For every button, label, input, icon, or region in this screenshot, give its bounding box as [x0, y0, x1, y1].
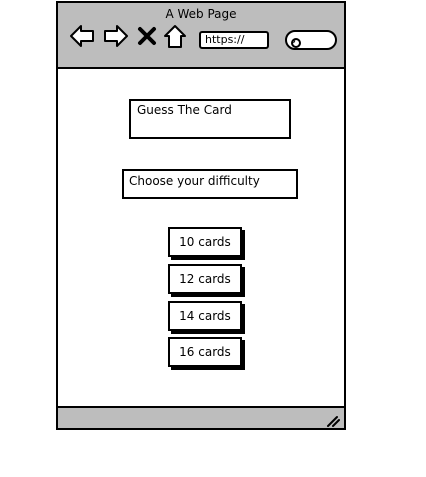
twelve-cards-button[interactable]: 12 cards: [168, 264, 242, 294]
status-bar: [58, 406, 344, 428]
browser-toolbar: A Web Page https://: [58, 3, 344, 69]
page-title: Guess The Card: [129, 99, 291, 139]
page-content: Guess The Card Choose your difficulty 10…: [58, 69, 344, 408]
address-bar[interactable]: https://: [199, 31, 269, 49]
close-icon[interactable]: [137, 23, 157, 49]
window-title: A Web Page: [165, 7, 237, 21]
home-icon[interactable]: [162, 23, 188, 49]
resize-grip-icon[interactable]: [326, 412, 340, 427]
browser-window: A Web Page https:// Guess The Card Choos…: [56, 1, 346, 430]
fourteen-cards-button[interactable]: 14 cards: [168, 301, 242, 331]
search-field[interactable]: [285, 30, 337, 50]
search-icon: [290, 34, 302, 48]
sixteen-cards-button[interactable]: 16 cards: [168, 337, 242, 367]
difficulty-label: Choose your difficulty: [122, 169, 298, 199]
forward-arrow-icon[interactable]: [103, 23, 129, 49]
ten-cards-button[interactable]: 10 cards: [168, 227, 242, 257]
back-arrow-icon[interactable]: [69, 23, 95, 49]
